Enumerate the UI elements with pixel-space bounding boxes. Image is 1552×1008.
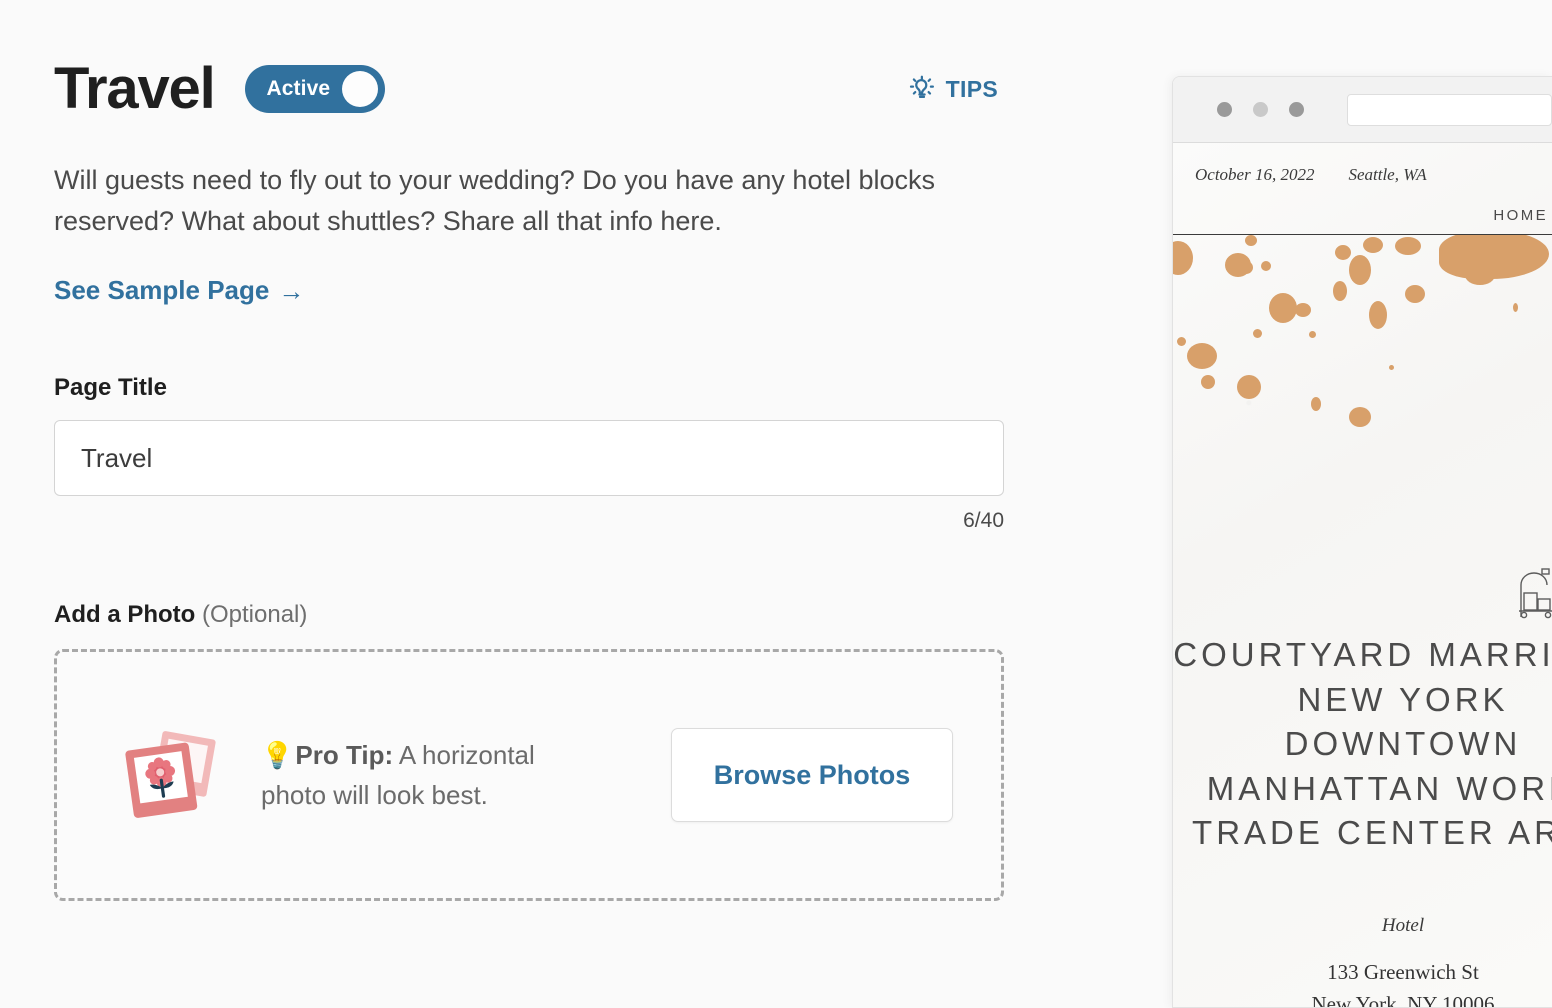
tip-bulb-icon: 💡 — [261, 739, 294, 770]
see-sample-page-label: See Sample Page — [54, 275, 270, 306]
window-minimize-dot[interactable] — [1253, 102, 1268, 117]
site-content: COURTYARD MARRIOTT NEW YORK DOWNTOWN MAN… — [1173, 235, 1552, 1008]
browse-photos-button[interactable]: Browse Photos — [671, 728, 953, 823]
add-photo-optional-text: (Optional) — [201, 601, 308, 629]
add-photo-label: Add a Photo (Optional) — [54, 601, 1172, 629]
hotel-address-line1: 133 Greenwich St — [1327, 960, 1479, 984]
photo-dropzone[interactable]: 💡Pro Tip: A horizontal photo will look b… — [54, 649, 1004, 902]
website-preview-panel: October 16, 2022 Seattle, WA HOME COURTY… — [1172, 76, 1552, 1008]
page-title-label: Page Title — [54, 374, 167, 402]
photo-stack-icon — [113, 718, 225, 833]
window-maximize-dot[interactable] — [1289, 102, 1304, 117]
active-toggle-label: Active — [266, 77, 331, 100]
travel-page-editor: Travel Active TIPS Will guests need to f… — [0, 0, 1172, 1008]
hotel-subtitle: Hotel — [1381, 915, 1425, 936]
browser-url-bar[interactable] — [1347, 93, 1552, 126]
wedding-date: October 16, 2022 — [1195, 165, 1315, 184]
lightbulb-icon — [907, 74, 937, 104]
window-close-dot[interactable] — [1217, 102, 1232, 117]
page-title-input[interactable] — [54, 420, 1004, 497]
add-photo-label-text: Add a Photo — [54, 601, 202, 629]
active-toggle[interactable]: Active — [244, 65, 386, 113]
hotel-address-line2: New York, NY 10006 — [1311, 991, 1495, 1008]
pro-tip-bold: Pro Tip: — [295, 739, 394, 770]
wedding-location: Seattle, WA — [1348, 165, 1427, 184]
wedding-site-preview: October 16, 2022 Seattle, WA HOME COURTY… — [1173, 143, 1552, 1008]
hotel-address: 133 Greenwich St New York, NY 10006 — [1173, 957, 1552, 1008]
intro-description: Will guests need to fly out to your wedd… — [54, 165, 936, 237]
editor-header: Travel Active TIPS — [54, 56, 1008, 122]
hotel-name: COURTYARD MARRIOTT NEW YORK DOWNTOWN MAN… — [1173, 636, 1552, 852]
site-header: October 16, 2022 Seattle, WA HOME — [1173, 143, 1552, 235]
site-nav-home[interactable]: HOME — [1493, 207, 1548, 224]
pro-tip-text: 💡Pro Tip: A horizontal photo will look b… — [261, 735, 591, 816]
tips-button[interactable]: TIPS — [907, 74, 1008, 104]
arrow-right-icon: → — [278, 275, 305, 306]
page-title-heading: Travel — [54, 56, 216, 121]
toggle-knob — [342, 71, 379, 107]
browser-chrome-bar — [1173, 77, 1552, 143]
char-counter: 6/40 — [963, 509, 1004, 533]
tips-label: TIPS — [945, 75, 998, 102]
see-sample-page-link[interactable]: See Sample Page → — [54, 275, 304, 306]
